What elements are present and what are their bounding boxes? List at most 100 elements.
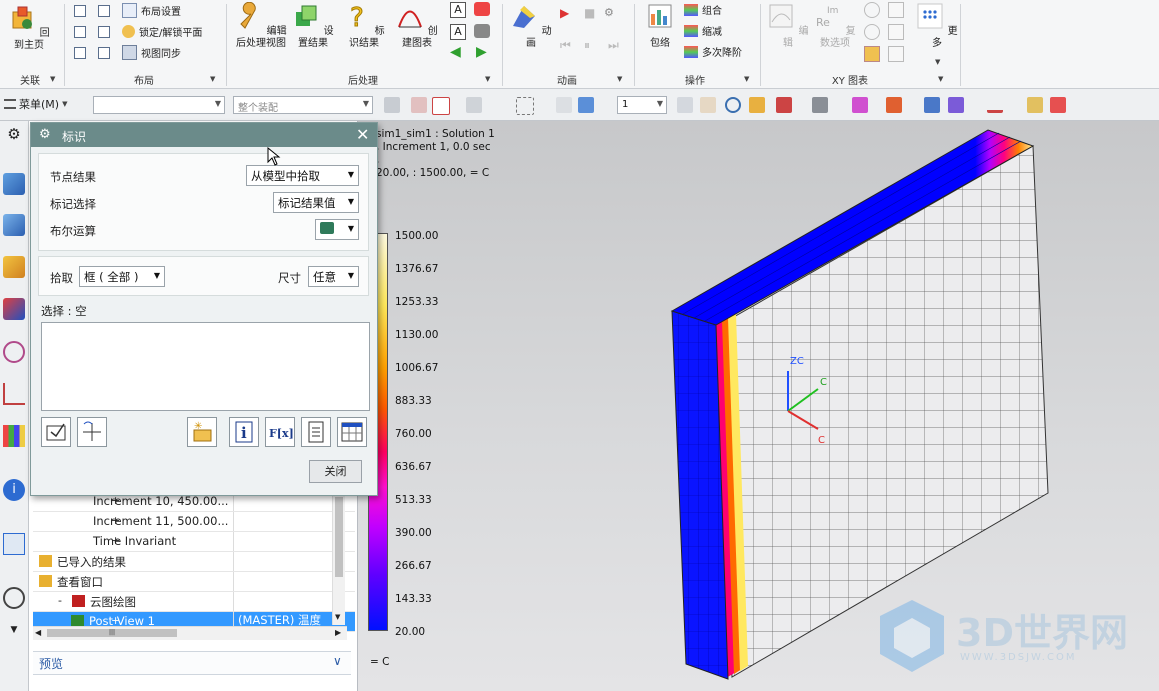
add-point-icon[interactable] — [432, 97, 450, 115]
display-icon[interactable] — [852, 97, 868, 113]
tree-vertical-scrollbar[interactable]: ▼ — [332, 495, 345, 625]
settings-gear-icon[interactable]: ⚙ — [3, 125, 25, 147]
type-filter-combo[interactable]: ▼ — [93, 96, 225, 114]
scroll-down-icon[interactable]: ▼ — [3, 625, 25, 647]
group-dropdown-icon[interactable]: ▼ — [744, 75, 749, 83]
tree-horizontal-scrollbar[interactable]: ◀ ||| ▶ — [33, 626, 347, 640]
horizontal-scroll-thumb[interactable]: ||| — [47, 629, 177, 637]
lock-unlock-plane-button[interactable]: 锁定/解锁平面 — [139, 24, 202, 39]
scroll-right-arrow-icon[interactable]: ▶ — [335, 628, 341, 637]
xy-search-icon[interactable] — [864, 2, 880, 18]
simulation-navigator-icon[interactable] — [3, 298, 25, 320]
work-layer-icon[interactable] — [948, 97, 964, 113]
boolean-dropdown[interactable]: ▼ — [315, 219, 359, 240]
cube-gray-icon[interactable] — [474, 24, 490, 38]
vertical-scroll-thumb[interactable] — [335, 497, 343, 577]
number-combo[interactable]: 1 ▼ — [617, 96, 667, 114]
layout-quad-icon[interactable] — [98, 46, 110, 59]
tree-row[interactable]: 查看窗口 — [33, 572, 355, 592]
layout-single-icon[interactable] — [74, 4, 86, 17]
zoom-fit-icon[interactable] — [677, 97, 693, 113]
web-browser-icon[interactable] — [3, 533, 25, 555]
create-chart-button[interactable]: 创建图表 — [392, 2, 442, 50]
function-button[interactable]: F[x] — [265, 417, 295, 447]
menu-button[interactable]: 菜单(M) ▼ — [4, 96, 67, 112]
group-dropdown-icon[interactable]: ▼ — [210, 75, 215, 83]
animation-button[interactable]: 动画 — [508, 2, 554, 50]
color-tool-icon[interactable] — [474, 2, 490, 16]
tree-row[interactable]: - 云图绘图 — [33, 592, 355, 612]
tree-row[interactable]: 已导入的结果 — [33, 552, 355, 572]
arrow-left-icon[interactable]: ◀ — [450, 44, 461, 60]
group-dropdown-icon[interactable]: ▼ — [50, 75, 55, 83]
scroll-left-arrow-icon[interactable]: ◀ — [35, 628, 41, 637]
tree-expander-icon[interactable]: - — [58, 594, 62, 607]
select-tool-icon[interactable] — [384, 97, 400, 113]
size-dropdown[interactable]: 任意 ▼ — [308, 266, 359, 287]
info-wifi-icon[interactable]: i — [3, 479, 25, 501]
layer-icon[interactable] — [924, 97, 940, 113]
spreadsheet-button[interactable] — [337, 417, 367, 447]
rotate-icon[interactable] — [725, 97, 741, 113]
cube-blue-icon[interactable] — [578, 97, 594, 113]
pause-icon[interactable]: ⏸ — [584, 38, 590, 53]
palette-icon[interactable] — [3, 425, 25, 447]
eraser-icon[interactable] — [556, 97, 572, 113]
xy-chart-icon[interactable] — [888, 2, 904, 18]
node-result-dropdown[interactable]: 从模型中拾取 ▼ — [246, 165, 359, 186]
post-navigator-icon[interactable] — [3, 341, 25, 363]
render-style-icon[interactable] — [812, 97, 828, 113]
export-button[interactable] — [41, 417, 71, 447]
stop-icon[interactable]: ■ — [584, 6, 595, 20]
combine-button[interactable]: 组合 — [702, 2, 722, 17]
assembly-combo[interactable]: 整个装配 ▼ — [233, 96, 373, 114]
animation-settings-icon[interactable]: ⚙ — [604, 6, 614, 19]
dialog-gear-icon[interactable]: ⚙ — [39, 127, 51, 142]
expand-chevron-icon[interactable]: ∨ — [333, 654, 342, 668]
layout-grid-icon[interactable] — [98, 25, 110, 38]
group-dropdown-icon[interactable]: ▼ — [485, 75, 490, 83]
mark-select-dropdown[interactable]: 标记结果值 ▼ — [273, 192, 359, 213]
xy-zoom-icon[interactable] — [864, 24, 880, 40]
cursor-tool-icon[interactable] — [466, 97, 482, 113]
pick-dropdown[interactable]: 框 ( 全部 ) ▼ — [79, 266, 165, 287]
paint-icon[interactable] — [1027, 97, 1043, 113]
return-home-button[interactable]: 回到主页 — [4, 4, 54, 52]
xy-list-icon[interactable] — [888, 24, 904, 40]
document-button[interactable] — [301, 417, 331, 447]
color-picker-icon[interactable] — [1050, 97, 1066, 113]
annotation-a-icon[interactable]: A — [450, 24, 466, 40]
first-frame-icon[interactable]: ⏮ — [560, 38, 571, 53]
assembly-navigator-icon[interactable] — [3, 173, 25, 195]
open-folder-button[interactable]: ✳ — [187, 417, 217, 447]
clock-icon[interactable] — [3, 587, 25, 609]
last-frame-icon[interactable]: ⏭ — [608, 38, 619, 53]
selection-list[interactable] — [41, 322, 370, 411]
snap-tool-icon[interactable] — [411, 97, 427, 113]
reduce-button[interactable]: 缩减 — [702, 23, 722, 38]
more-button[interactable]: 更多 — [914, 2, 960, 50]
set-result-button[interactable]: 设置结果 — [290, 2, 336, 50]
close-button[interactable]: 关闭 — [309, 460, 362, 483]
layout-split-icon[interactable] — [98, 4, 110, 17]
xy-edit-button[interactable]: 编辑 — [766, 2, 810, 50]
more-dropdown-icon[interactable]: ▼ — [935, 58, 940, 66]
part-navigator-icon[interactable] — [3, 214, 25, 236]
scroll-down-arrow-icon[interactable]: ▼ — [335, 613, 340, 621]
orient-view-icon[interactable] — [776, 97, 792, 113]
xy-picture-icon[interactable] — [864, 46, 880, 62]
group-dropdown-icon[interactable]: ▼ — [938, 75, 943, 83]
group-dropdown-icon[interactable]: ▼ — [617, 75, 622, 83]
layout-vsplit-icon[interactable] — [74, 25, 86, 38]
view-sync-button[interactable]: 视图同步 — [141, 45, 181, 60]
complex-options-button[interactable]: Re Im 复数选项 — [810, 2, 860, 50]
tree-row[interactable]: + Increment 11, 500.00... — [33, 512, 355, 532]
box-select-icon[interactable] — [516, 97, 534, 115]
text-a-icon[interactable]: A — [450, 2, 466, 18]
multi-reduce-button[interactable]: 多次降阶 — [702, 44, 742, 59]
measure-icon[interactable] — [987, 97, 1003, 113]
arrow-right-icon[interactable]: ▶ — [476, 44, 487, 60]
play-icon[interactable]: ▶ — [560, 6, 569, 20]
xy-clear-icon[interactable] — [888, 46, 904, 62]
pick-point-button[interactable] — [77, 417, 107, 447]
